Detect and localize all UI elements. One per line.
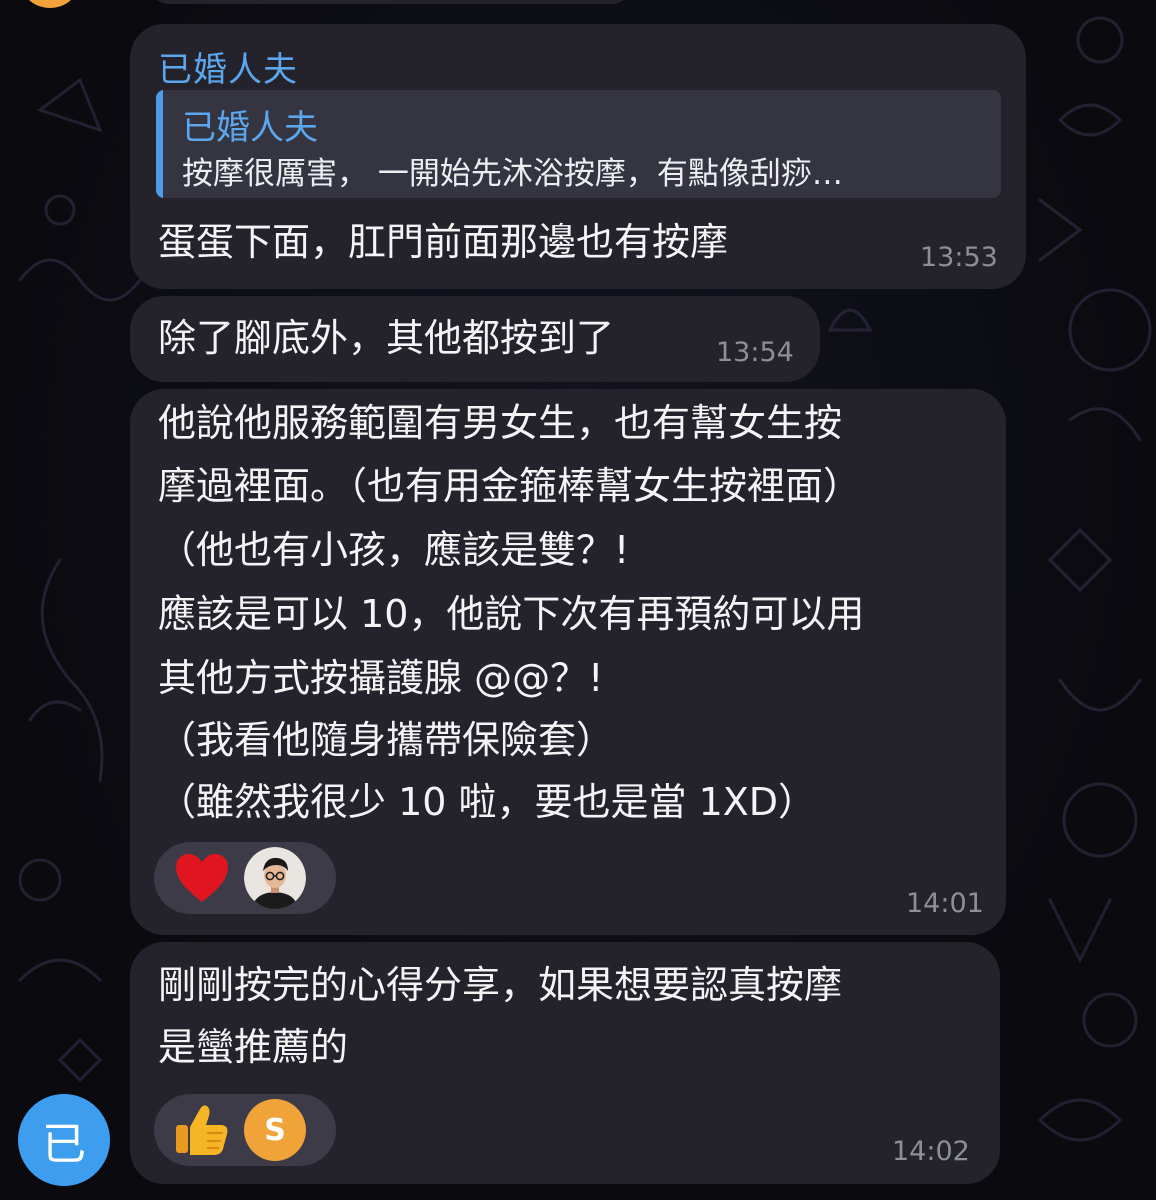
sender-name[interactable]: 已婚人夫 [158,42,298,91]
message-line: 剛剛按完的心得分享，如果想要認真按摩 [158,963,843,1007]
message-time: 14:01 [906,888,984,919]
message-text: 蛋蛋下面，肛門前面那邊也有按摩 [158,220,729,264]
thumbs-up-icon[interactable] [174,1103,230,1157]
sender-avatar[interactable]: 已 [18,1094,110,1186]
message-line: 其他方式按攝護腺 @@？! [158,656,604,700]
message-line: 是蠻推薦的 [158,1025,349,1069]
chat-view: 已婚人夫 已婚人夫 按摩很厲害， 一開始先沐浴按摩，有點像刮痧… 蛋蛋下面，肛門… [0,0,1156,1200]
quote-author: 已婚人夫 [182,108,318,148]
heart-icon[interactable] [174,852,230,904]
previous-message-bubble [148,0,633,4]
message-time: 13:53 [920,242,998,273]
reactor-avatar-icon[interactable] [244,847,306,909]
message-bubble[interactable]: 剛剛按完的心得分享，如果想要認真按摩 是蠻推薦的 S 14:02 [130,942,1000,1184]
reactor-avatar-s[interactable]: S [244,1099,306,1161]
message-line: （我看他隨身攜帶保險套） [158,718,615,762]
reactions-bar[interactable] [154,842,336,914]
message-bubble[interactable]: 他說他服務範圍有男女生，也有幫女生按 摩過裡面。（也有用金箍棒幫女生按裡面） （… [130,389,1006,935]
message-bubble[interactable]: 除了腳底外，其他都按到了 13:54 [130,296,820,382]
message-line: 他說他服務範圍有男女生，也有幫女生按 [158,401,843,445]
message-text: 除了腳底外，其他都按到了 [158,316,615,360]
message-line: 摩過裡面。（也有用金箍棒幫女生按裡面） [158,464,862,508]
message-line: （雖然我很少 10 啦，要也是當 1XD） [158,780,817,824]
message-line: 應該是可以 10，他說下次有再預約可以用 [158,592,865,636]
message-bubble[interactable]: 已婚人夫 已婚人夫 按摩很厲害， 一開始先沐浴按摩，有點像刮痧… 蛋蛋下面，肛門… [130,24,1026,289]
message-line: （他也有小孩，應該是雙？! [158,528,630,572]
reactions-bar[interactable]: S [154,1094,336,1166]
message-time: 13:54 [716,337,794,368]
message-time: 14:02 [892,1136,970,1167]
quote-text: 按摩很厲害， 一開始先沐浴按摩，有點像刮痧… [182,156,843,192]
reply-quote[interactable]: 已婚人夫 按摩很厲害， 一開始先沐浴按摩，有點像刮痧… [156,90,1001,198]
quote-bar [156,90,163,198]
